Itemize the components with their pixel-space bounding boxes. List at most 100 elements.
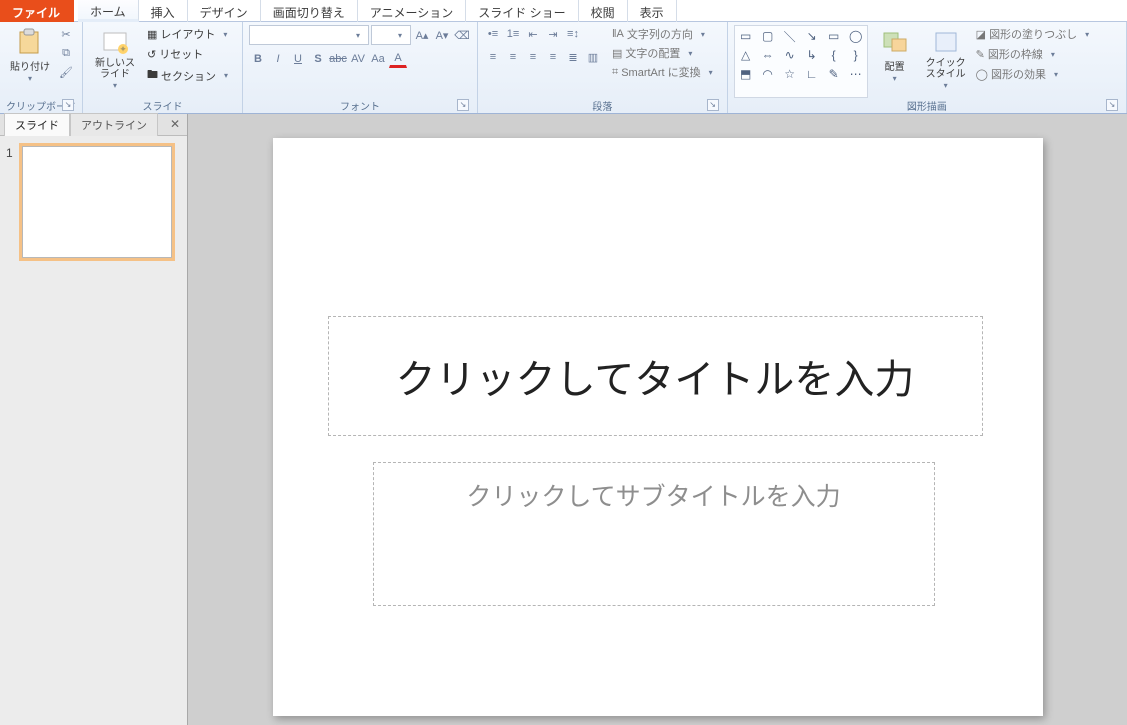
shape-star-icon[interactable]: ☆ [780,65,800,83]
columns-button[interactable]: ▥ [584,48,602,66]
slides-panel: スライド アウトライン ✕ 1 [0,114,188,725]
shape-rect-icon[interactable]: ▭ [736,27,756,45]
reset-button[interactable]: ↺ リセット [144,45,236,63]
new-slide-button[interactable]: ✦ 新しいスライド ▾ [89,25,141,98]
shape-line-icon[interactable]: ＼ [780,27,800,45]
tab-insert[interactable]: 挿入 [139,0,188,22]
shape-arrowLR-icon[interactable]: ⇔ [758,46,778,64]
subtitle-placeholder[interactable]: クリックしてサブタイトルを入力 [373,462,935,606]
group-paragraph: •≡ 1≡ ⇤ ⇥ ≡↕ ≡ ≡ ≡ ≡ ≣ ▥ ‖A 文字 [478,22,728,113]
shape-callout-icon[interactable]: ⬒ [736,65,756,83]
font-color-button[interactable]: A [389,50,407,68]
section-button[interactable]: 🖿 セクション▾ [144,65,236,86]
underline-button[interactable]: U [289,50,307,68]
font-name-combo[interactable]: ▾ [249,25,369,45]
layout-button[interactable]: ▦ レイアウト▾ [144,25,236,43]
side-tab-outline[interactable]: アウトライン [70,113,158,136]
slide-canvas-area[interactable]: クリックしてタイトルを入力 クリックしてサブタイトルを入力 [188,114,1127,725]
shape-rect2-icon[interactable]: ▭ [824,27,844,45]
text-direction-button[interactable]: ‖A 文字列の方向▾ [609,25,721,43]
char-spacing-button[interactable]: AV [349,50,367,68]
dropdown-arrow-icon: ▾ [939,81,953,90]
shape-arc-icon[interactable]: ◠ [758,65,778,83]
distribute-button[interactable]: ≣ [564,48,582,66]
arrange-label: 配置 [885,58,905,73]
shape-roundrect-icon[interactable]: ▢ [758,27,778,45]
tab-slideshow[interactable]: スライド ショー [466,0,578,22]
group-clipboard: 貼り付け ▾ ✂ ⧉ 🖌 クリップボード ↘ [0,22,83,113]
format-painter-button[interactable]: 🖌 [57,63,75,81]
shape-freeform-icon[interactable]: ✎ [824,65,844,83]
shape-effects-button[interactable]: ◯図形の効果▾ [973,65,1098,83]
shapes-more-icon[interactable]: ⋯ [846,65,866,83]
subtitle-placeholder-text: クリックしてサブタイトルを入力 [466,477,840,513]
shapes-gallery[interactable]: ▭ ▢ ＼ ↘ ▭ ◯ △ ⇔ ∿ ↳ { } ⬒ ◠ [734,25,868,98]
group-title-slides: スライド [89,98,236,112]
shadow-button[interactable]: S [309,50,327,68]
clear-format-button[interactable]: ⌫ [453,26,471,44]
new-slide-label: 新しいスライド [91,58,139,80]
group-title-font: フォント ↘ [249,98,471,112]
shape-l-icon[interactable]: ∟ [802,65,822,83]
increase-font-button[interactable]: A▴ [413,26,431,44]
reset-icon: ↺ [147,48,156,61]
group-title-paragraph: 段落 ↘ [484,98,721,112]
dropdown-arrow-icon: ▾ [108,81,122,90]
close-panel-button[interactable]: ✕ [167,117,183,133]
quick-style-button[interactable]: クイックスタイル ▾ [922,25,970,98]
shape-connector-icon[interactable]: ↳ [802,46,822,64]
text-direction-icon: ‖A [612,28,624,40]
copy-button[interactable]: ⧉ [57,44,75,62]
change-case-button[interactable]: Aa [369,50,387,68]
quick-style-icon [930,27,962,57]
paste-button[interactable]: 貼り付け ▾ [6,25,54,98]
clipboard-dialog-launcher[interactable]: ↘ [62,99,74,111]
cut-button[interactable]: ✂ [57,25,75,43]
shape-triangle-icon[interactable]: △ [736,46,756,64]
shape-outline-button[interactable]: ✎図形の枠線▾ [973,45,1098,63]
ribbon: 貼り付け ▾ ✂ ⧉ 🖌 クリップボード ↘ ✦ 新しいスライド ▾ [0,22,1127,114]
tab-animations[interactable]: アニメーション [358,0,467,22]
align-right-button[interactable]: ≡ [524,48,542,66]
tab-file[interactable]: ファイル [0,0,74,22]
decrease-indent-button[interactable]: ⇤ [524,25,542,43]
tab-view[interactable]: 表示 [628,0,677,22]
justify-button[interactable]: ≡ [544,48,562,66]
italic-button[interactable]: I [269,50,287,68]
smartart-button[interactable]: ⌗ SmartArt に変換▾ [609,63,721,81]
shape-curve-icon[interactable]: ∿ [780,46,800,64]
pencil-icon: ✎ [976,48,985,61]
slide-thumbnails: 1 [0,136,187,725]
font-dialog-launcher[interactable]: ↘ [457,99,469,111]
slide[interactable]: クリックしてタイトルを入力 クリックしてサブタイトルを入力 [273,138,1043,716]
line-spacing-button[interactable]: ≡↕ [564,25,582,43]
bullets-button[interactable]: •≡ [484,25,502,43]
decrease-font-button[interactable]: A▾ [433,26,451,44]
shape-oval-icon[interactable]: ◯ [846,27,866,45]
arrange-button[interactable]: 配置 ▾ [871,25,919,98]
strike-button[interactable]: abc [329,50,347,68]
tab-review[interactable]: 校閲 [579,0,628,22]
effects-icon: ◯ [976,68,988,81]
align-left-button[interactable]: ≡ [484,48,502,66]
increase-indent-button[interactable]: ⇥ [544,25,562,43]
align-text-button[interactable]: ▤ 文字の配置▾ [609,44,721,62]
drawing-dialog-launcher[interactable]: ↘ [1106,99,1118,111]
tab-home[interactable]: ホーム [78,0,139,22]
tab-design[interactable]: デザイン [188,0,261,22]
paragraph-dialog-launcher[interactable]: ↘ [707,99,719,111]
numbering-button[interactable]: 1≡ [504,25,522,43]
smartart-icon: ⌗ [612,66,618,79]
shape-brace-icon[interactable]: { [824,46,844,64]
title-placeholder[interactable]: クリックしてタイトルを入力 [328,316,983,436]
shape-arrow-icon[interactable]: ↘ [802,27,822,45]
bold-button[interactable]: B [249,50,267,68]
font-size-combo[interactable]: ▾ [371,25,411,45]
tab-transitions[interactable]: 画面切り替え [261,0,358,22]
shape-fill-button[interactable]: ◪図形の塗りつぶし▾ [973,25,1098,43]
side-panel-tabs: スライド アウトライン ✕ [0,114,187,136]
thumbnail-1[interactable]: 1 [6,146,181,258]
side-tab-slides[interactable]: スライド [4,113,70,136]
shape-brace2-icon[interactable]: } [846,46,866,64]
align-center-button[interactable]: ≡ [504,48,522,66]
